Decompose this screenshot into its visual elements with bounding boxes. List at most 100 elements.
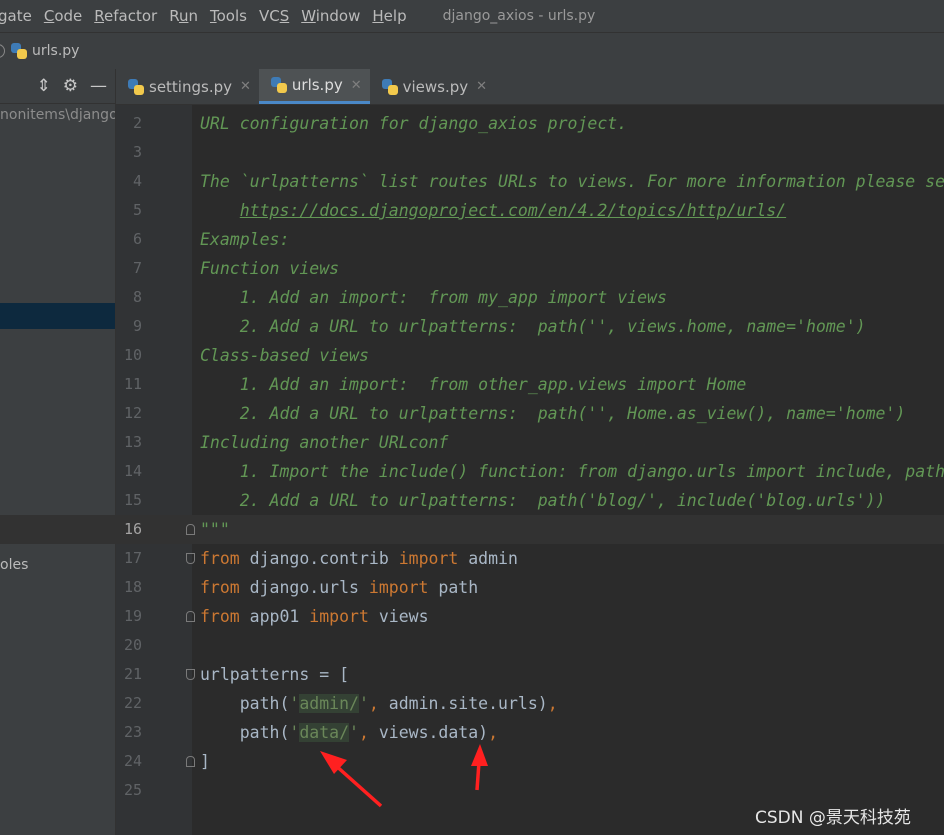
code-token: admin.site.urls) [388,694,548,713]
editor-tabs: settings.py ✕ urls.py ✕ views.py ✕ [116,69,944,105]
code-line[interactable]: 21 urlpatterns = [ [0,660,944,689]
python-file-icon [270,77,287,93]
code-text: Function views [200,254,339,283]
line-number: 22 [123,694,142,712]
close-icon[interactable]: ✕ [351,78,362,93]
code-line[interactable]: 5 https://docs.djangoproject.com/en/4.2/… [0,196,944,225]
code-text: The `urlpatterns` list routes URLs to vi… [200,167,944,196]
menu-item[interactable]: Code [38,0,88,32]
line-number: 13 [123,433,142,451]
code-text: Including another URLconf [200,428,448,457]
tab-views-py[interactable]: views.py ✕ [370,69,495,104]
code-token: from [200,578,240,597]
code-text: 2. Add a URL to urlpatterns: path('', vi… [200,312,866,341]
code-token: urlpatterns = [ [200,665,350,684]
code-text: from django.urls import path [200,573,478,602]
menu-item[interactable]: Tools [204,0,253,32]
code-line[interactable]: 15 2. Add a URL to urlpatterns: path('bl… [0,486,944,515]
code-line[interactable]: 25 [0,776,944,805]
line-number: 6 [132,230,142,248]
line-number: 9 [132,317,142,335]
code-token: django.contrib [239,549,399,568]
python-file-icon [128,78,144,95]
tab-label: urls.py [291,76,343,94]
code-token: ' [349,723,359,742]
python-file-icon [381,78,398,95]
python-file-icon [11,43,27,59]
code-line[interactable]: 14 1. Import the include() function: fro… [0,457,944,486]
code-token: import [368,578,429,597]
code-token: URL configuration for django_axios proje… [200,114,628,133]
code-token: Examples: [200,230,290,249]
code-text: from app01 import views [200,602,429,631]
fold-marker-icon[interactable] [186,611,195,622]
code-token: from [200,607,240,626]
tab-label: views.py [402,77,469,96]
close-icon[interactable]: ✕ [240,79,251,94]
code-token: 1. Add an import: from other_app.views i… [200,375,747,394]
code-text: urlpatterns = [ [200,660,349,689]
code-line[interactable]: 7 Function views [0,254,944,283]
line-number: 19 [123,607,142,625]
code-token: import [398,549,459,568]
menu-item[interactable]: Window [295,0,366,32]
code-text: 1. Add an import: from other_app.views i… [200,370,747,399]
code-text: """ [200,515,230,544]
code-line[interactable]: 23 path('data/', views.data), [0,718,944,747]
code-line[interactable]: 16 """ [0,515,944,544]
line-number: 7 [132,259,142,277]
tab-settings-py[interactable]: settings.py ✕ [116,69,259,104]
line-number: 20 [123,636,142,654]
menu-item[interactable]: Run [163,0,204,32]
code-line[interactable]: 9 2. Add a URL to urlpatterns: path('', … [0,312,944,341]
code-line[interactable]: 6 Examples: [0,225,944,254]
menu-item[interactable]: Help [366,0,412,32]
code-line[interactable]: 13 Including another URLconf [0,428,944,457]
code-line[interactable]: 20 [0,631,944,660]
minimize-icon[interactable]: — [90,76,107,96]
code-line[interactable]: 10 Class-based views [0,341,944,370]
code-token: The `urlpatterns` list routes URLs to vi… [200,172,944,191]
code-text: path('data/', views.data), [200,718,498,747]
code-line[interactable]: 24] [0,747,944,776]
window-title: django_axios - urls.py [442,8,596,24]
navigation-bar: urls.py [0,32,944,70]
code-token: 2. Add a URL to urlpatterns: path('blog/… [200,491,886,510]
code-token: Function views [200,259,340,278]
code-line[interactable]: 19 from app01 import views [0,602,944,631]
code-token: Class-based views [200,346,369,365]
code-token: 1. Import the include() function: from d… [200,462,944,481]
menu-item[interactable]: VCS [253,0,295,32]
code-line[interactable]: 22 path('admin/', admin.site.urls), [0,689,944,718]
code-line[interactable]: 17 from django.contrib import admin [0,544,944,573]
fold-marker-icon[interactable] [186,553,195,564]
code-text: https://docs.djangoproject.com/en/4.2/to… [200,196,786,225]
line-number: 25 [123,781,142,799]
menu-item[interactable]: gate [0,0,38,32]
collapse-all-icon[interactable]: ⇕ [37,76,51,96]
code-token: path( [200,723,290,742]
fold-marker-icon[interactable] [186,669,195,680]
code-text: path('admin/', admin.site.urls), [200,689,558,718]
gear-icon[interactable]: ⚙ [63,76,78,96]
fold-marker-icon[interactable] [186,756,195,767]
line-number: 24 [123,752,142,770]
breadcrumb-file[interactable]: urls.py [32,43,79,59]
fold-marker-icon[interactable] [186,524,195,535]
code-token: 2. Add a URL to urlpatterns: path('', Ho… [200,404,906,423]
watermark: CSDN @景天科技苑 [755,808,911,828]
code-token: , [368,694,389,713]
menu-item[interactable]: Refactor [88,0,163,32]
code-line[interactable]: 12 2. Add a URL to urlpatterns: path('',… [0,399,944,428]
code-line[interactable]: 3 [0,138,944,167]
code-token: admin [458,549,518,568]
code-line[interactable]: 18 from django.urls import path [0,573,944,602]
line-number: 17 [123,549,142,567]
code-line[interactable]: 8 1. Add an import: from my_app import v… [0,283,944,312]
code-line[interactable]: 4 The `urlpatterns` list routes URLs to v… [0,167,944,196]
tab-urls-py[interactable]: urls.py ✕ [258,69,370,104]
code-line[interactable]: 2 URL configuration for django_axios proj… [0,109,944,138]
code-line[interactable]: 11 1. Add an import: from other_app.view… [0,370,944,399]
code-token: Including another URLconf [200,433,449,452]
close-icon[interactable]: ✕ [476,79,487,94]
